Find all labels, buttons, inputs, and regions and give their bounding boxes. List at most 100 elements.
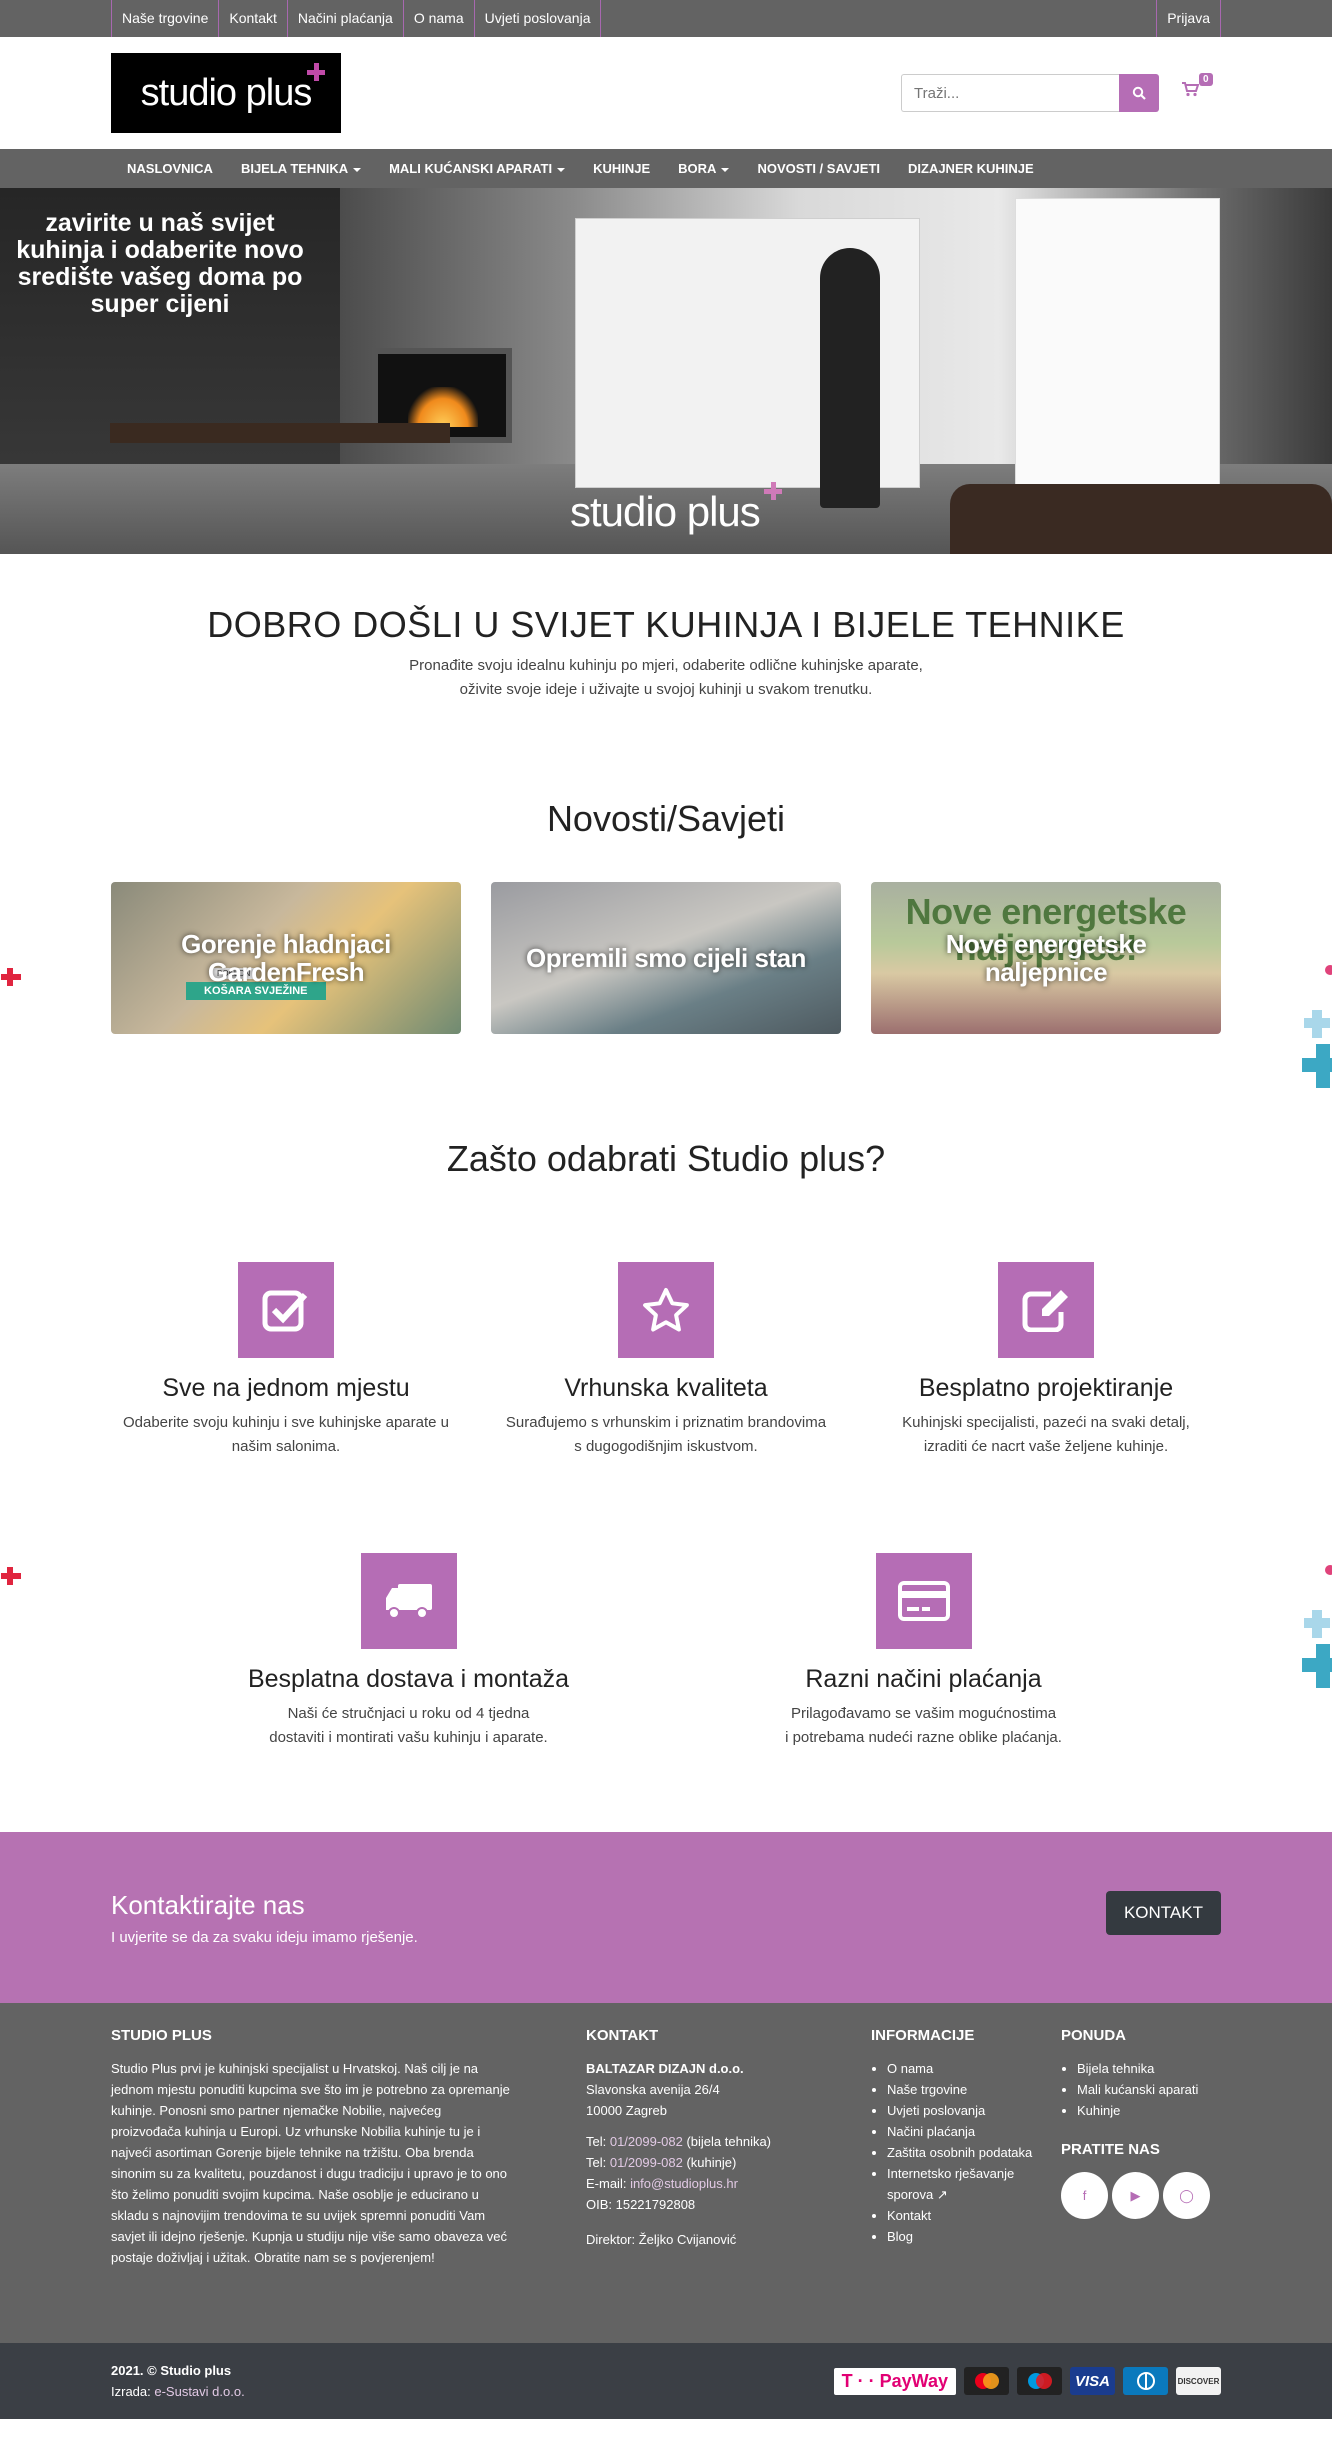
footer: STUDIO PLUS Studio Plus prvi je kuhinjsk… [0,2003,1332,2343]
nav-white-goods[interactable]: BIJELA TEHNIKA [227,149,375,188]
feature-line-2: našim salonima. [231,1438,341,1455]
top-link-payment[interactable]: Načini plaćanja [286,0,403,37]
top-bar: Naše trgovine Kontakt Načini plaćanja O … [0,0,1332,37]
feature-title: Besplatna dostava i montaža [247,1665,570,1693]
discover-icon: DISCOVER [1176,2367,1221,2395]
feature-item: Vrhunska kvaliteta Surađujemo s vrhunski… [491,1262,841,1459]
facebook-icon[interactable]: f [1061,2172,1108,2219]
search-input[interactable] [901,74,1119,112]
nav-kitchens-label: KUHINJE [593,161,651,176]
copyright: 2021. © Studio plus [111,2363,232,2378]
edit-icon [998,1262,1094,1358]
footer-email: E-mail: info@studioplus.hr [586,2173,871,2194]
footer-tel1: Tel: 01/2099-082 (bijela tehnika) [586,2131,871,2152]
nav-kitchen-designer-label: DIZAJNER KUHINJE [908,161,1034,176]
footer-link-stores[interactable]: Naše trgovine [887,2079,1061,2100]
payway-logo: T · · PayWay [833,2367,956,2395]
feature-text: Kuhinjski specijalisti, pazeći na svaki … [871,1411,1221,1459]
news-card[interactable]: Opremili smo cijeli stan [491,882,841,1034]
hero-person [820,248,880,508]
nav-kitchen-designer[interactable]: DIZAJNER KUHINJE [894,149,1048,188]
truck-icon [360,1553,457,1649]
caret-down-icon [353,167,362,172]
news-card-title: Nove energetske naljepnice [945,929,1147,987]
youtube-icon[interactable]: ▶ [1112,2172,1159,2219]
logo-text: studio plus [140,71,313,114]
footer-link-small-appliances[interactable]: Mali kućanski aparati [1077,2079,1221,2100]
footer-tel2: Tel: 01/2099-082 (kuhinje) [586,2152,871,2173]
cart-button[interactable]: 0 [1181,73,1213,105]
news-card[interactable]: Nove energetske naljepnice! Nove energet… [871,882,1221,1034]
footer-contact-title: KONTAKT [586,2027,659,2044]
top-link-contact[interactable]: Kontakt [218,0,286,37]
external-link-icon: ↗ [936,2187,948,2202]
hero-logo-plus-icon [763,482,782,500]
footer-link-kitchens[interactable]: Kuhinje [1077,2100,1221,2121]
contact-button[interactable]: KONTAKT [1105,1890,1221,1935]
footer-director: Direktor: Željko Cvijanović [586,2232,737,2247]
nav-news[interactable]: NOVOSTI / SAVJETI [743,149,894,188]
footer-link-payment[interactable]: Načini plaćanja [887,2121,1061,2142]
made-by-label: Izrada: [111,2384,155,2399]
footer-link-privacy[interactable]: Zaštita osobnih podataka [887,2142,1061,2163]
instagram-icon[interactable]: ◯ [1163,2172,1210,2219]
logo-plus-icon [307,63,325,81]
visa-icon: VISA [1070,2367,1115,2395]
feature-item: Besplatna dostava i montaža Naši će stru… [219,1553,599,1750]
check-square-icon [238,1262,334,1358]
footer-link-about[interactable]: O nama [887,2058,1061,2079]
made-by-link[interactable]: e-Sustavi d.o.o. [154,2384,244,2399]
nav-news-label: NOVOSTI / SAVJETI [757,161,880,176]
header: studio plus 0 [0,37,1332,149]
caret-down-icon [721,167,730,172]
email-link[interactable]: info@studioplus.hr [630,2176,738,2191]
top-link-stores[interactable]: Naše trgovine [111,0,218,37]
footer-link-blog[interactable]: Blog [887,2226,1061,2247]
feature-title: Razni načini plaćanja [805,1665,1042,1693]
footer-about-text: Studio Plus prvi je kuhinjski specijalis… [111,2061,510,2265]
footer-oib: OIB: 15221792808 [586,2197,696,2212]
welcome-line-2: oživite svoje ideje i uživajte u svojoj … [459,681,873,698]
nav-home[interactable]: NASLOVNICA [113,149,227,188]
hero-table [110,423,450,443]
footer-info-title: INFORMACIJE [871,2027,975,2044]
footer-about: STUDIO PLUS Studio Plus prvi je kuhinjsk… [111,2027,513,2268]
why-title: Zašto odabrati Studio plus? [446,1138,886,1179]
hero-banner[interactable]: zavirite u naš svijet kuhinja i odaberit… [0,188,1332,554]
news-card[interactable]: KOŠARA SVJEŽINE POKLON Gorenje hladnjaci… [111,882,461,1034]
contact-band-title: Kontaktirajte nas [111,1889,305,1920]
footer-link-contact[interactable]: Kontakt [887,2205,1061,2226]
search-button[interactable] [1119,74,1159,112]
welcome-text: Pronađite svoju idealnu kuhinju po mjeri… [0,654,1332,702]
news-section: Novosti/Savjeti KOŠARA SVJEŽINE POKLON G… [111,798,1221,1750]
hero-logo-text: studio plus [570,488,761,535]
tel-link[interactable]: 01/2099-082 [610,2134,683,2149]
cart-count-badge: 0 [1199,73,1213,86]
made-by: Izrada: e-Sustavi d.o.o. [111,2381,245,2402]
footer-offer-title: PONUDA [1061,2027,1127,2044]
top-link-terms[interactable]: Uvjeti poslovanja [473,0,602,37]
nav-bora-label: BORA [678,161,717,176]
feature-line-1: Naši će stručnjaci u roku od 4 tjedna [287,1705,530,1722]
news-card-title: Gorenje hladnjaci GardenFresh [181,929,391,987]
tel-link[interactable]: 01/2099-082 [610,2155,683,2170]
logo[interactable]: studio plus [111,53,341,133]
footer-link-terms[interactable]: Uvjeti poslovanja [887,2100,1061,2121]
footer-link-odr[interactable]: Internetsko rješavanje sporova ↗ [887,2163,1061,2205]
feature-item: Sve na jednom mjestu Odaberite svoju kuh… [111,1262,461,1459]
footer-company: BALTAZAR DIZAJN d.o.o. [586,2061,744,2076]
nav-kitchens[interactable]: KUHINJE [579,149,664,188]
nav-bora[interactable]: BORA [664,149,743,188]
login-link[interactable]: Prijava [1156,0,1221,37]
hero-tall-cabinets [1015,198,1220,498]
footer-link-white-goods[interactable]: Bijela tehnika [1077,2058,1221,2079]
search-icon [1132,86,1146,100]
nav-small-appliances[interactable]: MALI KUĆANSKI APARATI [375,149,579,188]
main-nav: NASLOVNICA BIJELA TEHNIKA MALI KUĆANSKI … [0,149,1332,188]
top-link-about[interactable]: O nama [402,0,474,37]
nav-white-goods-label: BIJELA TEHNIKA [240,161,349,176]
bottom-bar: 2021. © Studio plus Izrada: e-Sustavi d.… [0,2343,1332,2419]
hero-headline: zavirite u naš svijet kuhinja i odaberit… [16,209,304,318]
blue-plus-decor-icon [1302,1565,1332,1688]
feature-line-2: dostaviti i montirati vašu kuhinju i apa… [269,1729,548,1746]
